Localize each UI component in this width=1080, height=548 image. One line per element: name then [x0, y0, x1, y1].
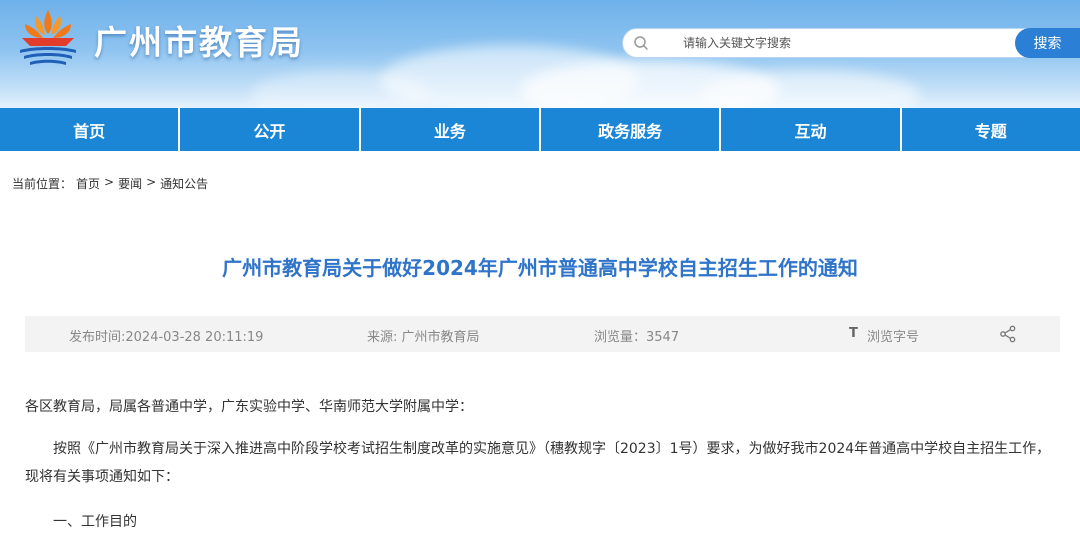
nav-item-business[interactable]: 业务	[361, 108, 541, 151]
nav-item-home[interactable]: 首页	[0, 108, 181, 151]
article-section-heading: 一、工作目的	[53, 514, 137, 530]
nav-item-topics[interactable]: 专题	[902, 108, 1080, 151]
breadcrumb-separator: >	[146, 175, 157, 189]
article-paragraph: 按照《广州市教育局关于深入推进高中阶段学校考试招生制度改革的实施意见》（穗教规字…	[25, 441, 1051, 485]
breadcrumb-notice-link[interactable]: 通知公告	[160, 175, 208, 192]
breadcrumb-news-link[interactable]: 要闻	[118, 175, 142, 192]
breadcrumb-separator: >	[104, 175, 115, 189]
nav-item-government-services[interactable]: 政务服务	[541, 108, 722, 151]
search-icon	[634, 36, 648, 50]
font-size-icon[interactable]: T	[849, 326, 858, 341]
breadcrumb-home-link[interactable]: 首页	[76, 175, 100, 192]
nav-item-interaction[interactable]: 互动	[721, 108, 902, 151]
article-title: 广州市教育局关于做好2024年广州市普通高中学校自主招生工作的通知	[222, 256, 858, 280]
font-size-button[interactable]: 浏览字号	[867, 326, 919, 345]
site-title[interactable]: 广州市教育局	[94, 16, 304, 64]
view-count: 浏览量：3547	[594, 330, 680, 345]
nav-item-public[interactable]: 公开	[180, 108, 361, 151]
breadcrumb: 当前位置： 首页 > 要闻 > 通知公告	[12, 175, 208, 192]
main-nav: 首页 公开 业务 政务服务 互动 专题	[0, 108, 1080, 151]
share-icon[interactable]	[999, 325, 1017, 343]
article-source: 来源: 广州市教育局	[367, 330, 480, 345]
search-box	[622, 28, 1080, 58]
search-input[interactable]	[683, 32, 1003, 54]
article-salutation: 各区教育局，局属各普通中学，广东实验中学、华南师范大学附属中学：	[25, 399, 473, 415]
search-button[interactable]: 搜索	[1015, 28, 1080, 58]
breadcrumb-prefix: 当前位置：	[12, 177, 73, 191]
article-meta-bar: 发布时间:2024-03-28 20:11:19 来源: 广州市教育局 浏览量：…	[25, 316, 1060, 352]
site-header: 广州市教育局 搜索	[0, 0, 1080, 108]
publish-date: 发布时间:2024-03-28 20:11:19	[69, 330, 264, 345]
emblem-logo-icon[interactable]	[14, 8, 82, 66]
